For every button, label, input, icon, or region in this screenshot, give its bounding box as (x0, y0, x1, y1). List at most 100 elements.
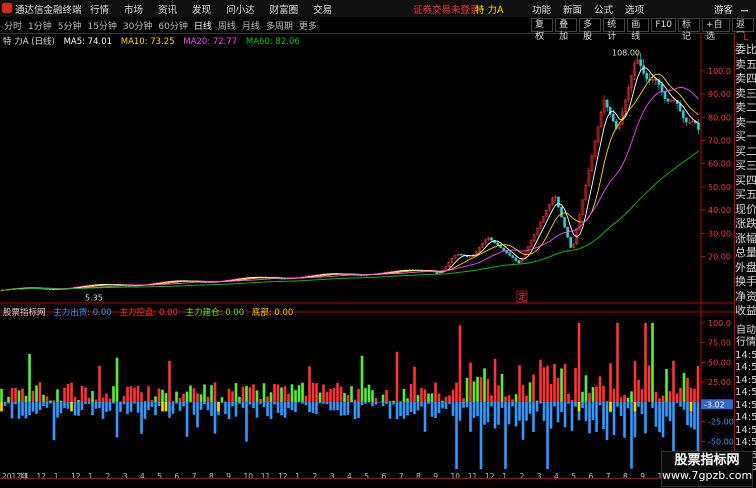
tab-monthly[interactable]: 月线 (242, 19, 260, 32)
tab-more[interactable]: 更多 (299, 19, 317, 32)
indicator-bar-positive (536, 401, 539, 402)
quote-side-panel: L 委比卖五卖四卖三卖二卖一买一买二买三买四买五现价涨跌涨幅总量外盘换手净资收益… (734, 33, 756, 480)
mark-button[interactable]: 标记 (678, 18, 700, 32)
indicator-bar-positive (634, 361, 637, 402)
ind-tick-label: 100.0 (708, 319, 731, 328)
ma10-label: MA10: 73.25 (121, 37, 175, 47)
indicator-bar-negative (525, 402, 528, 421)
indicator-bar-positive (207, 397, 210, 402)
menu-item-options[interactable]: 选项 (625, 2, 644, 16)
indicator-bar-positive (46, 396, 49, 401)
indicator-title[interactable]: 股票指标网 (3, 308, 46, 318)
indicator-bar-positive (242, 387, 245, 402)
quote-field-label: 卖四 (735, 72, 756, 87)
draw-line-button[interactable]: 画线 (627, 18, 649, 32)
indicator-bar-positive (368, 385, 371, 402)
indicator-bar-positive (417, 395, 420, 402)
back-button[interactable]: 返回 (732, 18, 754, 32)
menu-item-wealth[interactable]: 财富圈 (270, 2, 299, 16)
indicator-bar-negative (333, 402, 336, 410)
menu-item-quotes[interactable]: 行情 (90, 2, 109, 16)
user-label[interactable]: 游客 (714, 2, 733, 16)
ind-tick-label: 50.00 (708, 358, 731, 367)
indicator-bar-negative (371, 402, 374, 407)
login-status[interactable]: 证券交易未登录 (413, 2, 480, 16)
indicator-bar-positive (291, 384, 294, 402)
ma60-line (2, 151, 699, 290)
indicator-bar-negative (532, 402, 535, 432)
tab-daily[interactable]: 日线 (194, 19, 212, 32)
indicator-bar-negative (511, 402, 514, 407)
menu-item-news[interactable]: 资讯 (158, 2, 177, 16)
indicator-bar-positive (315, 383, 318, 402)
indicator-bar-positive (578, 323, 581, 402)
tab-timeshare[interactable]: 分时 (4, 19, 22, 32)
indicator-bar-positive (277, 385, 280, 402)
tab-multi-period[interactable]: 多周期 (266, 19, 293, 32)
indicator-bar-negative (613, 402, 616, 435)
indicator-bar-negative (448, 402, 451, 404)
indicator-bar-positive (588, 393, 591, 402)
indicator-bar-negative (567, 402, 570, 404)
menu-item-discover[interactable]: 发现 (192, 2, 211, 16)
multi-stock-button[interactable]: 多股 (579, 18, 601, 32)
candle-body (697, 123, 699, 129)
indicator-bar-positive (231, 391, 234, 402)
watermark-title: 股票指标网 (662, 452, 752, 469)
indicator-bar-negative (28, 402, 31, 415)
indicator-bar-positive (361, 356, 364, 402)
indicator-bar-negative (228, 402, 231, 419)
indicator-bar-positive (347, 395, 350, 402)
indicator-bar-positive (333, 388, 336, 402)
indicator-bar-positive (438, 394, 441, 402)
indicator-bar-positive (697, 366, 700, 402)
indicator-bar-positive (476, 377, 479, 402)
kline-chart[interactable]: 108.005.35定 100.090.0080.0070.0060.0050.… (0, 33, 734, 480)
indicator-bar-negative (508, 402, 511, 424)
menu-item-formula[interactable]: 公式 (594, 2, 613, 16)
menu-item-function[interactable]: 功能 (532, 2, 551, 16)
add-watchlist-button[interactable]: +自选 (702, 18, 730, 32)
indicator-bar-negative (249, 402, 252, 405)
tab-5min[interactable]: 5分钟 (58, 19, 82, 32)
tab-1min[interactable]: 1分钟 (28, 19, 52, 32)
indicator-bar-negative (207, 402, 210, 410)
tab-weekly[interactable]: 周线 (218, 19, 236, 32)
tab-60min[interactable]: 60分钟 (158, 19, 187, 32)
indicator-bar-positive (14, 388, 17, 402)
indicator-bar-positive (508, 395, 511, 402)
quote-field-label: 卖五 (735, 58, 756, 73)
indicator-bar-negative (644, 402, 647, 434)
indicator-bar-negative (126, 402, 129, 414)
menu-item-trade[interactable]: 交易 (313, 2, 332, 16)
candle-body (664, 92, 666, 99)
indicator-bar-positive (434, 382, 437, 401)
quote-field-label: 卖三 (735, 87, 756, 102)
statistics-button[interactable]: 统计 (603, 18, 625, 32)
tick-time-label: 14:5 (735, 362, 756, 375)
tick-time-label: 行情 (735, 337, 756, 350)
indicator-bar-negative (627, 402, 630, 408)
indicator-bar-positive (189, 385, 192, 401)
indicator-bar-positive (133, 388, 136, 402)
indicator-bar-negative (455, 402, 458, 469)
tab-30min[interactable]: 30分钟 (123, 19, 152, 32)
minimize-icon[interactable]: ▁ (741, 3, 750, 12)
candle-body (460, 254, 462, 255)
restore-rights-button[interactable]: 复权 (531, 18, 553, 32)
indicator-bar-positive (466, 378, 469, 402)
menu-item-ask[interactable]: 问小达 (226, 2, 255, 16)
indicator-bar-negative (322, 402, 325, 404)
indicator-bar-positive (81, 386, 84, 402)
tab-15min[interactable]: 15分钟 (87, 19, 116, 32)
quote-field-label: 委比 (735, 43, 756, 58)
chart-title: 特 力A (日线) (3, 37, 55, 47)
f10-button[interactable]: F10 (651, 18, 676, 32)
panel-level-badge: L (735, 33, 756, 43)
indicator-bar-negative (151, 402, 154, 407)
overlay-button[interactable]: 叠加 (555, 18, 577, 32)
menu-item-new-page[interactable]: 新面 (563, 2, 582, 16)
indicator-bar-positive (280, 387, 283, 401)
menu-item-market[interactable]: 市场 (124, 2, 143, 16)
indicator-bar-positive (193, 388, 196, 402)
